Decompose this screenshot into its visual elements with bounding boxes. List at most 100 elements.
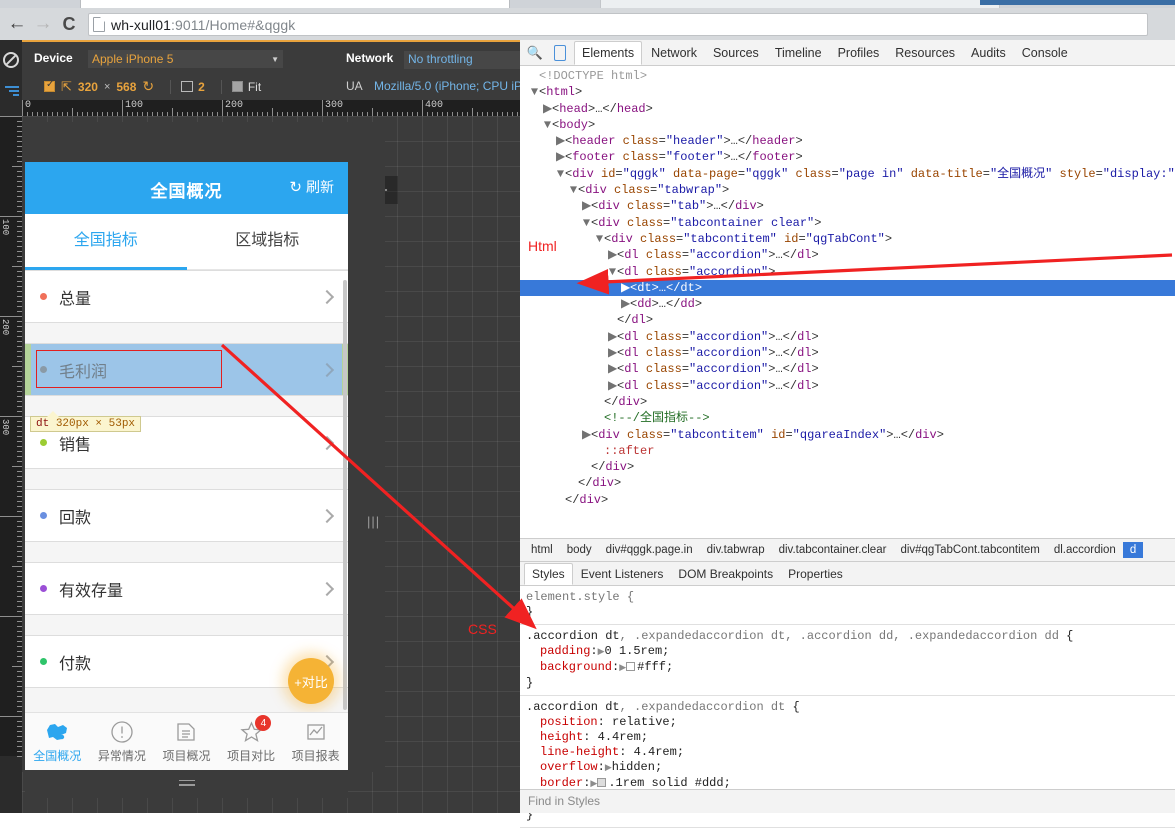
browser-tab-inactive[interactable] (600, 0, 1000, 8)
css-rule[interactable]: .accordion dt, .expandedaccordion dt, .a… (520, 625, 1175, 696)
dom-node[interactable]: </div> (520, 475, 1175, 491)
color-swatch[interactable] (597, 778, 607, 787)
css-declaration[interactable]: overflow:▶hidden; (526, 760, 1169, 776)
dom-node[interactable]: <!--/全国指标--> (520, 410, 1175, 426)
rotate-icon[interactable]: ↻ (142, 78, 154, 95)
tab-dom-breakpoints[interactable]: DOM Breakpoints (671, 564, 780, 584)
breadcrumb-item[interactable]: div#qggk.page.in (599, 542, 700, 558)
disclosure-triangle[interactable]: ▼ (543, 117, 552, 133)
dom-node[interactable]: ▶<head>…</head> (520, 101, 1175, 117)
disclosure-triangle[interactable]: ▶ (582, 427, 591, 443)
hamburger-icon[interactable] (178, 779, 195, 789)
disclosure-triangle[interactable]: ▶ (608, 378, 617, 394)
no-entry-icon[interactable] (3, 52, 19, 68)
css-declaration[interactable]: height: 4.4rem; (526, 730, 1169, 745)
dom-node[interactable]: ▶<footer class="footer">…</footer> (520, 149, 1175, 165)
disclosure-triangle[interactable]: ▶ (556, 149, 565, 165)
dom-node[interactable]: ▼<div class="tabcontainer clear"> (520, 215, 1175, 231)
dom-tree[interactable]: <!DOCTYPE html> ▼<html> ▶<head>…</head> ▼<b… (520, 66, 1175, 538)
css-selector[interactable]: .accordion dt, .expandedaccordion dt, .a… (526, 629, 1169, 644)
css-declaration[interactable]: position: relative; (526, 715, 1169, 730)
disclosure-triangle[interactable]: ▼ (556, 166, 565, 182)
tab-properties[interactable]: Properties (781, 564, 850, 584)
dom-node[interactable]: ▶<dl class="accordion">…</dl> (520, 345, 1175, 361)
dom-node[interactable]: ▼<body> (520, 117, 1175, 133)
breadcrumb-item[interactable]: html (524, 542, 560, 558)
tab-audits[interactable]: Audits (964, 42, 1013, 64)
dom-node[interactable]: </div> (520, 459, 1175, 475)
disclosure-triangle[interactable]: ▶ (608, 247, 617, 263)
disclosure-triangle[interactable]: ▶ (621, 280, 630, 296)
dom-node[interactable]: ▼<div class="tabcontitem" id="qgTabCont"… (520, 231, 1175, 247)
dom-node[interactable]: ▶<dl class="accordion">…</dl> (520, 361, 1175, 377)
dom-node[interactable]: ▼<div class="tabwrap"> (520, 182, 1175, 198)
device-height-input[interactable]: 568 (116, 80, 136, 94)
disclosure-triangle[interactable]: ▼ (595, 231, 604, 247)
dom-node[interactable]: </div> (520, 394, 1175, 410)
tab-timeline[interactable]: Timeline (768, 42, 829, 64)
dom-node[interactable]: <!DOCTYPE html> (520, 68, 1175, 84)
device-toggle-icon[interactable] (554, 44, 566, 61)
tab-national-indicator[interactable]: 全国指标 (25, 214, 187, 269)
breadcrumb-item[interactable]: div#qgTabCont.tabcontitem (893, 542, 1046, 558)
resize-handle[interactable]: ||| (367, 514, 380, 529)
address-bar[interactable]: wh-xull01:9011/Home#&qggk (88, 13, 1148, 36)
list-item[interactable]: 回款 (25, 489, 348, 542)
dom-node[interactable]: ▶<dl class="accordion">…</dl> (520, 247, 1175, 263)
refresh-button[interactable]: ↻ 刷新 (289, 177, 334, 197)
tab-network[interactable]: Network (644, 42, 704, 64)
dom-node[interactable]: </div> (520, 492, 1175, 508)
search-icon[interactable]: 🔍 (524, 45, 546, 61)
disclosure-triangle[interactable]: ▶ (543, 101, 552, 117)
css-declaration[interactable]: line-height: 4.4rem; (526, 745, 1169, 760)
nav-item-exception[interactable]: 异常情况 (90, 713, 155, 770)
dom-node[interactable]: ▶<div class="tab">…</div> (520, 198, 1175, 214)
dpr-value[interactable]: 2 (198, 80, 205, 94)
browser-tab-active[interactable] (80, 0, 510, 8)
css-declaration[interactable]: padding:▶0 1.5rem; (526, 644, 1169, 660)
list-item[interactable]: 总量 (25, 270, 348, 323)
disclosure-triangle[interactable]: ▶ (608, 361, 617, 377)
tab-console[interactable]: Console (1015, 42, 1075, 64)
dom-node[interactable]: ::after (520, 443, 1175, 459)
disclosure-triangle[interactable]: ▶ (608, 345, 617, 361)
nav-item-project-compare[interactable]: 4 项目对比 (219, 713, 284, 770)
dom-node[interactable]: </dl> (520, 312, 1175, 328)
app-scrollbar[interactable] (343, 280, 347, 710)
disclosure-triangle[interactable]: ▶ (621, 296, 630, 312)
swap-dimensions-icon[interactable]: ⇱ (61, 79, 72, 95)
device-width-input[interactable]: 320 (78, 80, 98, 94)
dom-node[interactable]: ▶<dl class="accordion">…</dl> (520, 378, 1175, 394)
breadcrumb-item[interactable]: body (560, 542, 599, 558)
device-enable-checkbox[interactable] (44, 79, 55, 92)
breadcrumb-item[interactable]: dl.accordion (1047, 542, 1123, 558)
disclosure-triangle[interactable]: ▶ (608, 329, 617, 345)
css-selector[interactable]: .accordion dt, .expandedaccordion dt { (526, 700, 1169, 715)
color-swatch[interactable] (626, 662, 636, 671)
tab-resources[interactable]: Resources (888, 42, 962, 64)
disclosure-triangle[interactable]: ▼ (530, 84, 539, 100)
breadcrumb-item[interactable]: d (1122, 542, 1144, 558)
nav-item-project-report[interactable]: 项目报表 (283, 713, 348, 770)
forward-button[interactable]: → (32, 14, 54, 36)
tab-styles[interactable]: Styles (524, 563, 573, 585)
breadcrumb-item[interactable]: div.tabcontainer.clear (772, 542, 894, 558)
tab-profiles[interactable]: Profiles (831, 42, 887, 64)
css-rule[interactable]: element.style {} (520, 586, 1175, 625)
tab-elements[interactable]: Elements (574, 41, 643, 65)
compare-button[interactable]: +对比 (288, 658, 334, 704)
find-in-styles-input[interactable]: Find in Styles (520, 789, 1175, 813)
dom-node[interactable]: ▼<div id="qggk" data-page="qggk" class="… (520, 166, 1175, 182)
dom-node[interactable]: ▼<html> (520, 84, 1175, 100)
back-button[interactable]: ← (6, 14, 28, 36)
fit-checkbox[interactable] (231, 81, 243, 92)
disclosure-triangle[interactable]: ▶ (556, 133, 565, 149)
tab-sources[interactable]: Sources (706, 42, 766, 64)
css-declaration[interactable]: background:▶ #fff; (526, 660, 1169, 676)
breadcrumb-item[interactable]: div.tabwrap (700, 542, 772, 558)
dom-node[interactable]: ▶<header class="header">…</header> (520, 133, 1175, 149)
dom-node[interactable]: ▶<dd>…</dd> (520, 296, 1175, 312)
disclosure-triangle[interactable]: ▼ (608, 264, 617, 280)
tab-regional-indicator[interactable]: 区域指标 (187, 214, 349, 269)
dom-node-selected[interactable]: ▶<dt>…</dt> (520, 279, 1175, 297)
